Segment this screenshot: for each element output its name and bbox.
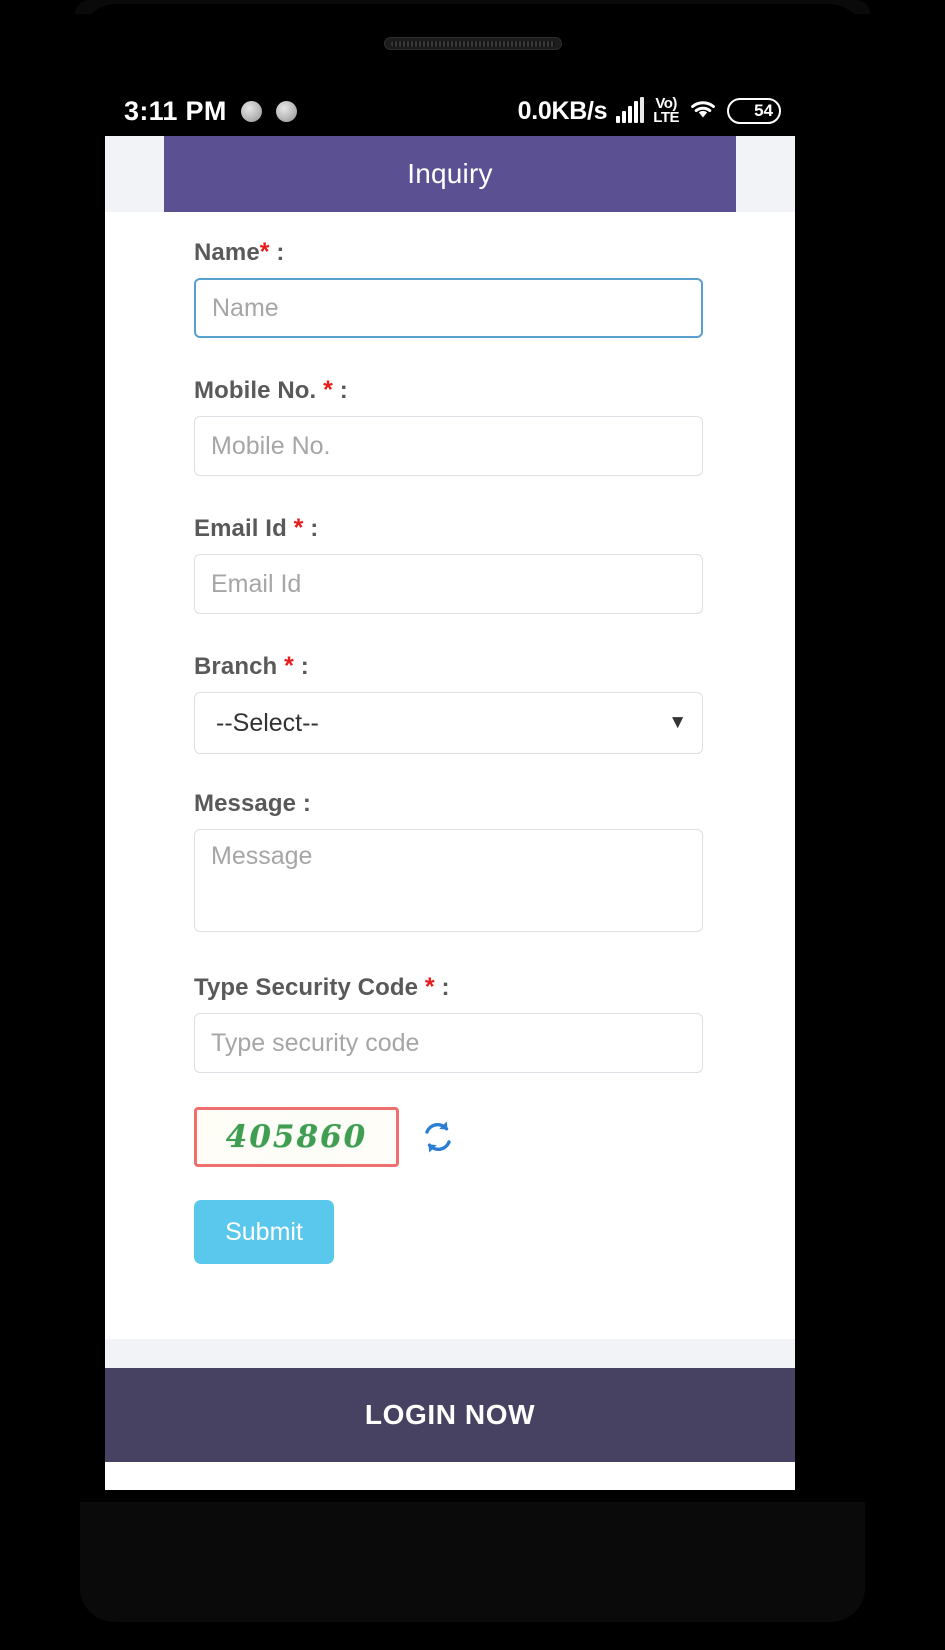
battery-level-label: 54 [754,101,773,120]
volte-icon: Vo) LTE [653,96,679,126]
captcha-row: 405860 [194,1107,706,1167]
field-security-code: Type Security Code * : [194,973,706,1073]
label-message-text: Message [194,790,297,817]
label-mobile: Mobile No. * : [194,376,706,405]
device-bezel-chin [80,1502,865,1622]
submit-button[interactable]: Submit [194,1200,334,1264]
message-textarea[interactable] [194,829,703,932]
required-marker-branch: * [284,652,294,680]
required-marker-name: * [259,238,270,266]
required-marker-security: * [424,973,435,1001]
name-input[interactable] [194,278,703,338]
status-bar: 3:11 PM 0.0KB/s Vo) LTE 54 [105,86,795,136]
captcha-code: 405860 [225,1119,368,1155]
label-message: Message : [194,790,706,818]
wifi-icon [688,97,718,126]
battery-icon: 54 [727,98,781,124]
label-colon-email: : [310,515,319,542]
required-marker-mobile: * [323,376,333,404]
refresh-icon[interactable] [418,1117,458,1157]
signal-bars-icon [616,97,645,123]
mobile-input[interactable] [194,416,703,476]
label-branch-text: Branch [194,653,278,680]
label-name-text: Name [194,239,260,266]
notification-dot-icon-1 [240,100,262,122]
required-marker-email: * [293,514,304,542]
device-frame: 3:11 PM 0.0KB/s Vo) LTE 54 Inquiry Name*… [0,0,945,1650]
label-colon-security: : [441,974,450,1001]
branch-select[interactable]: --Select-- [194,692,703,754]
field-email: Email Id * : [194,514,706,614]
label-email-text: Email Id [194,515,287,542]
field-mobile: Mobile No. * : [194,376,706,476]
app-header: Inquiry [164,136,736,212]
label-colon-name: : [276,239,285,266]
status-time: 3:11 PM [124,95,227,126]
status-bar-left: 3:11 PM [124,96,297,127]
notification-dot-icon-2 [275,100,297,122]
branch-select-wrap: --Select-- ▼ [194,692,703,754]
captcha-image: 405860 [194,1107,399,1167]
label-colon-message: : [302,790,311,817]
field-name: Name* : [194,238,706,338]
app-viewport: Inquiry Name* : Mobile No. * : [105,136,795,1462]
status-bar-right: 0.0KB/s Vo) LTE 54 [517,96,781,126]
field-message: Message : [194,790,706,937]
label-email: Email Id * : [194,514,706,543]
email-input[interactable] [194,554,703,614]
login-now-label: LOGIN NOW [364,1399,536,1430]
label-mobile-text: Mobile No. [194,377,317,404]
label-security-code-text: Type Security Code [194,974,419,1001]
login-now-bar[interactable]: LOGIN NOW [105,1368,795,1462]
label-branch: Branch * : [194,652,706,681]
network-speed-label: 0.0KB/s [517,96,608,125]
label-colon-branch: : [300,653,309,680]
inquiry-form-card: Name* : Mobile No. * : Email Id * [105,212,795,1339]
label-security-code: Type Security Code * : [194,973,706,1002]
page-title: Inquiry [407,158,493,189]
device-bezel-top-inner [80,4,865,64]
form-fields-container: Name* : Mobile No. * : Email Id * [105,212,706,1264]
speaker-mesh [390,41,555,46]
label-name: Name* : [194,238,706,267]
earpiece-speaker [383,37,562,50]
field-branch: Branch * : --Select-- ▼ [194,652,706,754]
volte-icon-bottom: LTE [653,109,679,126]
security-code-input[interactable] [194,1013,703,1073]
label-colon-mobile: : [339,377,348,404]
